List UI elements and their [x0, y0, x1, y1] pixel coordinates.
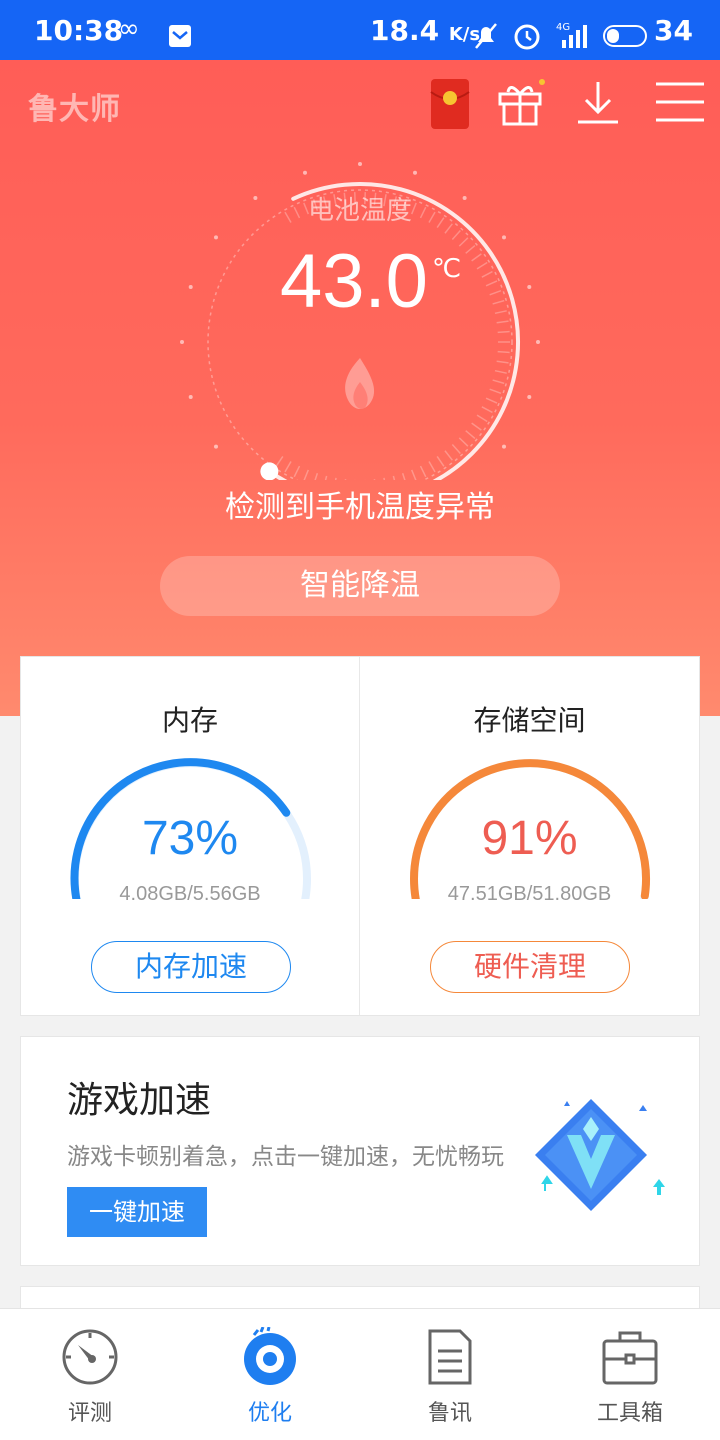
gauge-tick: [428, 461, 436, 473]
gauge-tick: [476, 261, 488, 270]
nav-label-news: 鲁讯: [427, 1401, 472, 1426]
gauge-tick: [383, 477, 386, 480]
alarm-icon: [514, 24, 540, 50]
gauge-dot: [358, 162, 362, 166]
gauge-tick: [492, 379, 505, 385]
mute-bell-icon: [475, 23, 497, 49]
clock: 10:38: [34, 14, 124, 47]
gauge-tick: [411, 469, 417, 480]
storage-title: 存储空间: [473, 704, 586, 737]
nav-item-toolbox[interactable]: 工具箱: [540, 1309, 720, 1440]
nav-item-optimize[interactable]: 优化: [180, 1309, 360, 1440]
status-bar: 10:38 ∞ 18.4 K/s 4G 34: [0, 0, 720, 60]
smart-cooling-button[interactable]: 智能降温: [160, 556, 560, 616]
gauge-tick: [373, 479, 376, 480]
news-icon: [428, 1329, 472, 1385]
gauge-dot: [180, 340, 184, 344]
gauge-dot: [527, 395, 532, 400]
gauge-tick: [324, 475, 328, 480]
gauge-dot: [413, 170, 418, 175]
gauge-tick: [451, 444, 461, 454]
gauge-tick: [492, 299, 505, 305]
speedometer-icon: [62, 1329, 118, 1385]
mail-icon: [169, 25, 191, 47]
gauge-tick: [485, 397, 498, 404]
signal-icon: [562, 25, 587, 48]
game-boost-title: 游戏加速: [67, 1080, 212, 1121]
gauge-dot: [188, 395, 193, 400]
gauge-dot: [502, 235, 507, 240]
bottom-navigation: 评测 优化 鲁讯 工具箱: [0, 1308, 720, 1440]
resource-stats-card: 内存 73% 4.08GB/5.56GB 内存加速 存储空间 91% 47.51…: [20, 656, 700, 1016]
gauge-dot: [213, 444, 218, 449]
gauge-tick: [481, 270, 493, 278]
hardware-clean-button[interactable]: 硬件清理: [430, 941, 630, 993]
gauge-tick: [392, 475, 396, 480]
gauge-tick: [465, 430, 476, 439]
memory-boost-button[interactable]: 内存加速: [91, 941, 291, 993]
gauge-tick: [485, 280, 498, 287]
gauge-tick: [293, 465, 301, 478]
storage-panel: 存储空间 91% 47.51GB/51.80GB 硬件清理: [360, 657, 699, 1015]
gauge-tick: [419, 465, 427, 478]
gauge-tick: [494, 369, 507, 374]
gauge-tick: [334, 477, 337, 480]
battery-temp-label: 电池温度: [307, 196, 412, 226]
battery-level: 34: [654, 14, 693, 47]
gauge-tick: [436, 455, 445, 467]
gauge-tick: [471, 422, 482, 431]
nav-item-news[interactable]: 鲁讯: [360, 1309, 540, 1440]
battery-temperature-panel: 鲁大师 电池温度 43.0 ℃ 检测到手机温度异常 智能降温: [0, 60, 720, 716]
nav-label-toolbox: 工具箱: [596, 1401, 663, 1426]
gauge-dot: [188, 284, 193, 289]
gauge-dot: [302, 170, 307, 175]
gauge-tick: [481, 406, 493, 414]
game-boost-logo-icon: [535, 1099, 665, 1211]
gauge-tick: [496, 360, 509, 364]
storage-percent: 91%: [481, 812, 578, 865]
gauge-tick: [275, 455, 284, 467]
gauge-tick: [497, 330, 510, 334]
game-boost-card[interactable]: 游戏加速 游戏卡顿别着急，点击一键加速，无忧畅玩 一键加速: [20, 1036, 700, 1266]
temperature-alert: 检测到手机温度异常: [225, 490, 495, 525]
gauge-dot: [536, 340, 540, 344]
nav-label-evaluate: 评测: [67, 1401, 112, 1426]
toolbox-icon: [602, 1331, 658, 1385]
memory-panel: 内存 73% 4.08GB/5.56GB 内存加速: [21, 657, 360, 1015]
gauge-tick: [284, 461, 292, 473]
gauge-tick: [497, 350, 510, 354]
memory-size: 4.08GB/5.56GB: [119, 883, 261, 905]
gauge-dot: [527, 284, 532, 289]
nav-item-evaluate[interactable]: 评测: [0, 1309, 180, 1440]
battery-temp-value: 43.0: [280, 239, 428, 324]
game-boost-description: 游戏卡顿别着急，点击一键加速，无忧畅玩: [67, 1144, 504, 1170]
gauge-tick: [444, 450, 453, 461]
optimize-icon: [244, 1327, 296, 1385]
gauge-tick: [489, 289, 502, 296]
gauge-tick: [471, 253, 482, 262]
storage-size: 47.51GB/51.80GB: [447, 883, 612, 905]
gauge-tick: [494, 310, 507, 315]
gauge-tick: [344, 479, 347, 480]
gauge-tick: [458, 237, 469, 247]
gauge-tick: [401, 473, 406, 480]
nav-label-optimize: 优化: [247, 1401, 292, 1426]
battery-temp-unit: ℃: [432, 254, 462, 284]
infinity-icon: ∞: [118, 14, 140, 44]
battery-icon: [603, 25, 647, 47]
one-click-boost-button[interactable]: 一键加速: [67, 1187, 207, 1237]
network-speed: 18.4 K/s: [370, 14, 481, 47]
memory-title: 内存: [161, 704, 218, 737]
gauge-tick: [489, 388, 502, 395]
memory-percent: 73%: [141, 812, 239, 865]
gauge-dot: [502, 444, 507, 449]
gauge-tick: [465, 245, 476, 254]
gauge-tick: [303, 469, 309, 480]
gauge-tick: [476, 414, 488, 423]
gauge-tick: [458, 437, 469, 447]
gauge-dot: [213, 235, 218, 240]
gauge-tick: [314, 473, 319, 480]
gauge-tick: [496, 320, 509, 324]
gauge-tick: [451, 230, 461, 240]
